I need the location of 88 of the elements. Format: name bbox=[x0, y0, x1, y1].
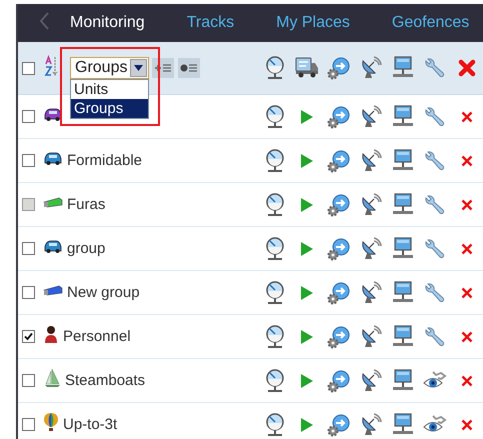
gauge-icon[interactable] bbox=[264, 368, 286, 392]
delete-icon[interactable] bbox=[461, 154, 473, 166]
computer-icon[interactable] bbox=[392, 56, 414, 80]
group-by-dropdown[interactable]: Groups bbox=[70, 57, 149, 79]
computer-icon[interactable] bbox=[392, 192, 414, 216]
wrench-icon[interactable] bbox=[424, 150, 446, 172]
delete-icon[interactable] bbox=[461, 374, 473, 386]
computer-icon[interactable] bbox=[392, 280, 414, 304]
play-icon[interactable] bbox=[300, 328, 314, 344]
gauge-icon[interactable] bbox=[264, 412, 286, 436]
dropdown-caret-icon[interactable] bbox=[134, 65, 143, 71]
arrow-gear-icon[interactable] bbox=[327, 148, 351, 172]
satellite-dish-icon[interactable] bbox=[360, 104, 382, 128]
gauge-icon[interactable] bbox=[264, 192, 286, 216]
tab[interactable]: Geofences bbox=[392, 14, 470, 32]
satellite-dish-icon[interactable] bbox=[360, 192, 382, 216]
gauge-icon[interactable] bbox=[264, 56, 286, 80]
delete-icon[interactable] bbox=[461, 286, 473, 298]
delete-icon[interactable] bbox=[461, 198, 473, 210]
wrench-icon[interactable] bbox=[424, 282, 446, 304]
play-icon[interactable] bbox=[300, 240, 314, 256]
checkbox[interactable] bbox=[22, 154, 35, 167]
satellite-dish-icon[interactable] bbox=[360, 148, 382, 172]
group-name: group bbox=[67, 240, 106, 257]
satellite-dish-icon[interactable] bbox=[360, 236, 382, 260]
group-name: Up-to-3t bbox=[63, 416, 118, 433]
computer-icon[interactable] bbox=[392, 148, 414, 172]
add-list-icon[interactable] bbox=[154, 63, 172, 73]
arrow-gear-icon[interactable] bbox=[327, 56, 351, 80]
arrow-gear-icon[interactable] bbox=[327, 412, 351, 436]
gauge-icon[interactable] bbox=[264, 148, 286, 172]
play-icon[interactable] bbox=[300, 108, 314, 124]
wrench-icon[interactable] bbox=[424, 238, 446, 260]
gauge-icon[interactable] bbox=[264, 104, 286, 128]
arrow-gear-icon[interactable] bbox=[327, 324, 351, 348]
arrow-gear-icon[interactable] bbox=[327, 280, 351, 304]
computer-icon[interactable] bbox=[392, 368, 414, 392]
radio-list-icon[interactable] bbox=[180, 63, 198, 73]
checkbox[interactable] bbox=[22, 286, 35, 299]
add-list-button[interactable] bbox=[152, 58, 174, 78]
play-icon[interactable] bbox=[300, 416, 314, 432]
sort-icon[interactable] bbox=[44, 54, 58, 76]
computer-icon[interactable] bbox=[392, 324, 414, 348]
satellite-dish-icon[interactable] bbox=[360, 56, 382, 80]
arrow-gear-icon[interactable] bbox=[327, 104, 351, 128]
play-icon[interactable] bbox=[300, 196, 314, 212]
satellite-dish-icon[interactable] bbox=[360, 324, 382, 348]
arrow-gear-icon[interactable] bbox=[327, 192, 351, 216]
group-name: Formidable bbox=[67, 152, 142, 169]
checkbox[interactable] bbox=[22, 330, 35, 343]
tab[interactable]: My Places bbox=[276, 14, 350, 32]
delete-icon[interactable] bbox=[461, 242, 473, 254]
checkbox[interactable] bbox=[22, 110, 35, 123]
group-name: New group bbox=[67, 284, 140, 301]
delete-icon[interactable] bbox=[458, 59, 476, 77]
wrench-icon[interactable] bbox=[424, 326, 446, 348]
play-icon[interactable] bbox=[300, 372, 314, 388]
play-icon[interactable] bbox=[300, 152, 314, 168]
satellite-dish-icon[interactable] bbox=[360, 280, 382, 304]
group-name: Personnel bbox=[63, 328, 131, 345]
satellite-dish-icon[interactable] bbox=[360, 412, 382, 436]
gauge-icon[interactable] bbox=[264, 280, 286, 304]
satellite-dish-icon[interactable] bbox=[360, 368, 382, 392]
group-name: Steamboats bbox=[65, 372, 146, 389]
delete-icon[interactable] bbox=[461, 418, 473, 430]
checkbox[interactable] bbox=[22, 242, 35, 255]
arrow-gear-icon[interactable] bbox=[327, 236, 351, 260]
gauge-icon[interactable] bbox=[264, 236, 286, 260]
computer-icon[interactable] bbox=[392, 236, 414, 260]
play-icon[interactable] bbox=[300, 284, 314, 300]
dropdown-option[interactable]: Units bbox=[71, 80, 148, 99]
computer-icon[interactable] bbox=[392, 104, 414, 128]
delete-icon[interactable] bbox=[461, 330, 473, 342]
computer-icon[interactable] bbox=[392, 412, 414, 436]
checkbox[interactable] bbox=[22, 374, 35, 387]
group-name: Furas bbox=[67, 196, 106, 213]
checkbox[interactable] bbox=[22, 418, 35, 431]
arrow-gear-icon[interactable] bbox=[327, 368, 351, 392]
checkbox[interactable] bbox=[22, 62, 35, 74]
dropdown-option[interactable]: Groups bbox=[71, 99, 148, 118]
wrench-icon[interactable] bbox=[424, 57, 446, 79]
truck-icon[interactable] bbox=[295, 57, 319, 79]
tab[interactable]: Monitoring bbox=[70, 14, 145, 32]
delete-icon[interactable] bbox=[461, 110, 473, 122]
tab[interactable]: Tracks bbox=[186, 14, 234, 32]
wrench-icon[interactable] bbox=[424, 106, 446, 128]
gauge-icon[interactable] bbox=[264, 324, 286, 348]
radio-list-button[interactable] bbox=[178, 58, 200, 78]
